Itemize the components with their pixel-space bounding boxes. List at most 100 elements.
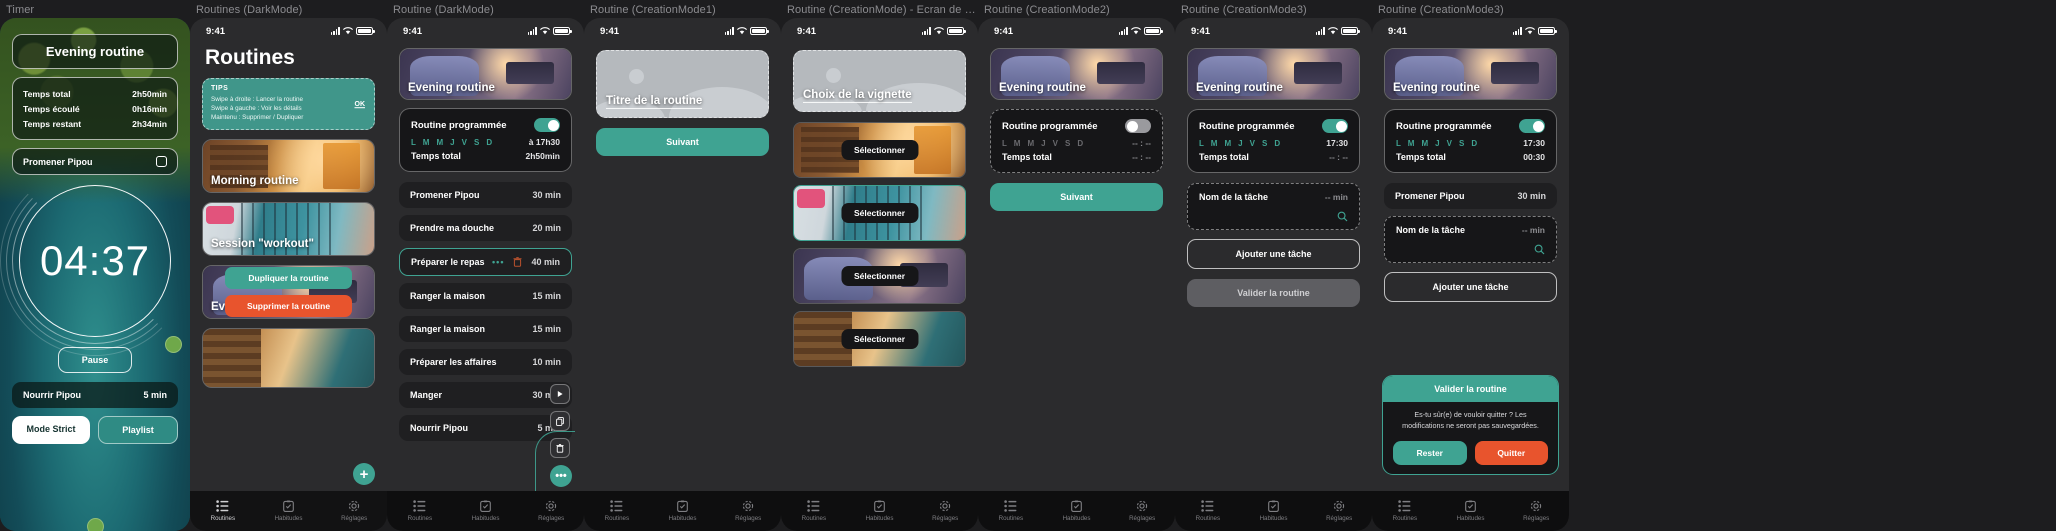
tab-habitudes[interactable]: Habitudes [1044,500,1110,522]
gear-icon [1531,500,1542,512]
tab-reglages[interactable]: Réglages [912,500,978,522]
routine-hero-card[interactable]: Evening routine [399,48,572,100]
drag-handle-icon[interactable]: ••• [492,257,504,267]
add-task-button[interactable]: Ajouter une tâche [1384,272,1557,302]
schedule-toggle[interactable] [1125,119,1151,133]
battery-icon [750,27,769,35]
routine-hero-card[interactable]: Evening routine [990,48,1163,100]
countdown-dial[interactable]: 04:37 [0,166,190,356]
more-actions-button[interactable]: ••• [550,465,572,487]
task-checkbox[interactable] [156,156,167,167]
next-button[interactable]: Suivant [990,183,1163,211]
schedule-days[interactable]: L M M J V S D [1396,139,1480,148]
validate-routine-button[interactable]: Valider la routine [1187,279,1360,307]
routine-card-extra[interactable] [202,328,375,389]
next-task-row[interactable]: Nourrir Pipou 5 min [12,382,178,408]
delete-routine-button[interactable]: Supprimer la routine [225,295,352,318]
tab-reglages[interactable]: Réglages [518,500,584,522]
strict-mode-button[interactable]: Mode Strict [12,416,90,444]
status-icons [1512,27,1557,35]
new-task-input-card[interactable]: Nom de la tâche -- min [1187,183,1360,230]
schedule-time[interactable]: à 17h30 [529,137,560,147]
tab-reglages[interactable]: Réglages [1306,500,1372,522]
vignette-option[interactable]: Sélectionner [793,311,966,367]
routine-title-input[interactable]: Titre de la routine [606,95,703,109]
schedule-time[interactable]: -- : -- [1132,138,1151,148]
status-bar: 9:41 [978,18,1175,40]
task-row[interactable]: Prendre ma douche 20 min [399,215,572,241]
schedule-toggle[interactable] [1322,119,1348,133]
tab-reglages[interactable]: Réglages [1109,500,1175,522]
delete-routine-button[interactable] [550,438,570,458]
task-duration-input[interactable]: -- min [1522,225,1545,235]
tab-reglages[interactable]: Réglages [715,500,781,522]
stat-label: Temps restant [23,118,82,129]
task-row[interactable]: Préparer les affaires 10 min [399,349,572,375]
tab-reglages[interactable]: Réglages [1503,500,1569,522]
vignette-preview[interactable]: Choix de la vignette [793,50,966,112]
tab-routines[interactable]: Routines [387,500,453,522]
select-button[interactable]: Sélectionner [840,203,919,223]
quit-button[interactable]: Quitter [1474,441,1548,465]
tab-routines[interactable]: Routines [190,500,256,522]
tab-habitudes[interactable]: Habitudes [1241,500,1307,522]
task-row[interactable]: Promener Pipou 30 min [399,182,572,208]
vignette-option[interactable]: Sélectionner [793,248,966,304]
tab-habitudes[interactable]: Habitudes [1438,500,1504,522]
vignette-option[interactable]: Sélectionner [793,122,966,178]
playlist-button[interactable]: Playlist [98,416,178,444]
task-row-selected[interactable]: Préparer le repas ••• 40 min [399,248,572,276]
schedule-days[interactable]: L M M J V S D [1002,139,1086,148]
next-button[interactable]: Suivant [596,128,769,156]
add-task-button[interactable]: Ajouter une tâche [1187,239,1360,269]
tab-routines[interactable]: Routines [1175,500,1241,522]
task-duration-input[interactable]: -- min [1325,192,1348,202]
tab-routines[interactable]: Routines [584,500,650,522]
tab-reglages[interactable]: Réglages [321,500,387,522]
battery-icon [1144,27,1163,35]
tab-habitudes[interactable]: Habitudes [847,500,913,522]
play-routine-button[interactable] [550,384,570,404]
routine-hero-card[interactable]: Evening routine [1187,48,1360,100]
frame-title: Routines (DarkMode) [196,4,303,16]
routine-title-vignette[interactable]: Titre de la routine [596,50,769,118]
duplicate-routine-button[interactable]: Dupliquer la routine [225,267,352,290]
routine-card-evening[interactable]: Evening routine Dupliquer la routine Sup… [202,265,375,320]
select-button[interactable]: Sélectionner [840,140,919,160]
routine-card-workout[interactable]: Session "workout" [202,202,375,257]
tab-habitudes[interactable]: Habitudes [256,500,322,522]
timer-stats-card: Temps total 2h50min Temps écoulé 0h16min… [12,77,178,140]
tab-habitudes[interactable]: Habitudes [453,500,519,522]
select-button[interactable]: Sélectionner [840,329,919,349]
schedule-time[interactable]: 17:30 [1326,138,1348,148]
schedule-days[interactable]: L M M J V S D [1199,139,1283,148]
task-name-input[interactable]: Nom de la tâche [1199,192,1268,202]
task-row[interactable]: Promener Pipou 30 min [1384,183,1557,209]
task-row[interactable]: Ranger la maison 15 min [399,316,572,342]
total-label: Temps total [411,151,461,161]
add-routine-fab[interactable]: + [353,463,375,485]
tips-ok-button[interactable]: OK [355,101,366,108]
schedule-time[interactable]: 17:30 [1523,138,1545,148]
gear-icon [349,500,360,512]
routine-card-morning[interactable]: Morning routine [202,139,375,194]
duplicate-routine-button[interactable] [550,411,570,431]
routine-hero-card[interactable]: Evening routine [1384,48,1557,100]
schedule-toggle[interactable] [1519,119,1545,133]
vignette-option[interactable]: Sélectionner [793,185,966,241]
task-row[interactable]: Ranger la maison 15 min [399,283,572,309]
task-duration: 30 min [532,190,561,200]
stay-button[interactable]: Rester [1393,441,1467,465]
select-button[interactable]: Sélectionner [840,266,919,286]
task-row[interactable]: Manger 30 min [399,382,572,408]
tab-routines[interactable]: Routines [978,500,1044,522]
schedule-toggle[interactable] [534,118,560,132]
task-name-input[interactable]: Nom de la tâche [1396,225,1465,235]
frame-title: Routine (CreationMode3) [1181,4,1307,16]
tab-routines[interactable]: Routines [781,500,847,522]
timer-content: Evening routine Temps total 2h50min Temp… [0,18,190,444]
tab-habitudes[interactable]: Habitudes [650,500,716,522]
schedule-days[interactable]: L M M J V S D [411,138,495,147]
tab-routines[interactable]: Routines [1372,500,1438,522]
new-task-input-card[interactable]: Nom de la tâche -- min [1384,216,1557,263]
